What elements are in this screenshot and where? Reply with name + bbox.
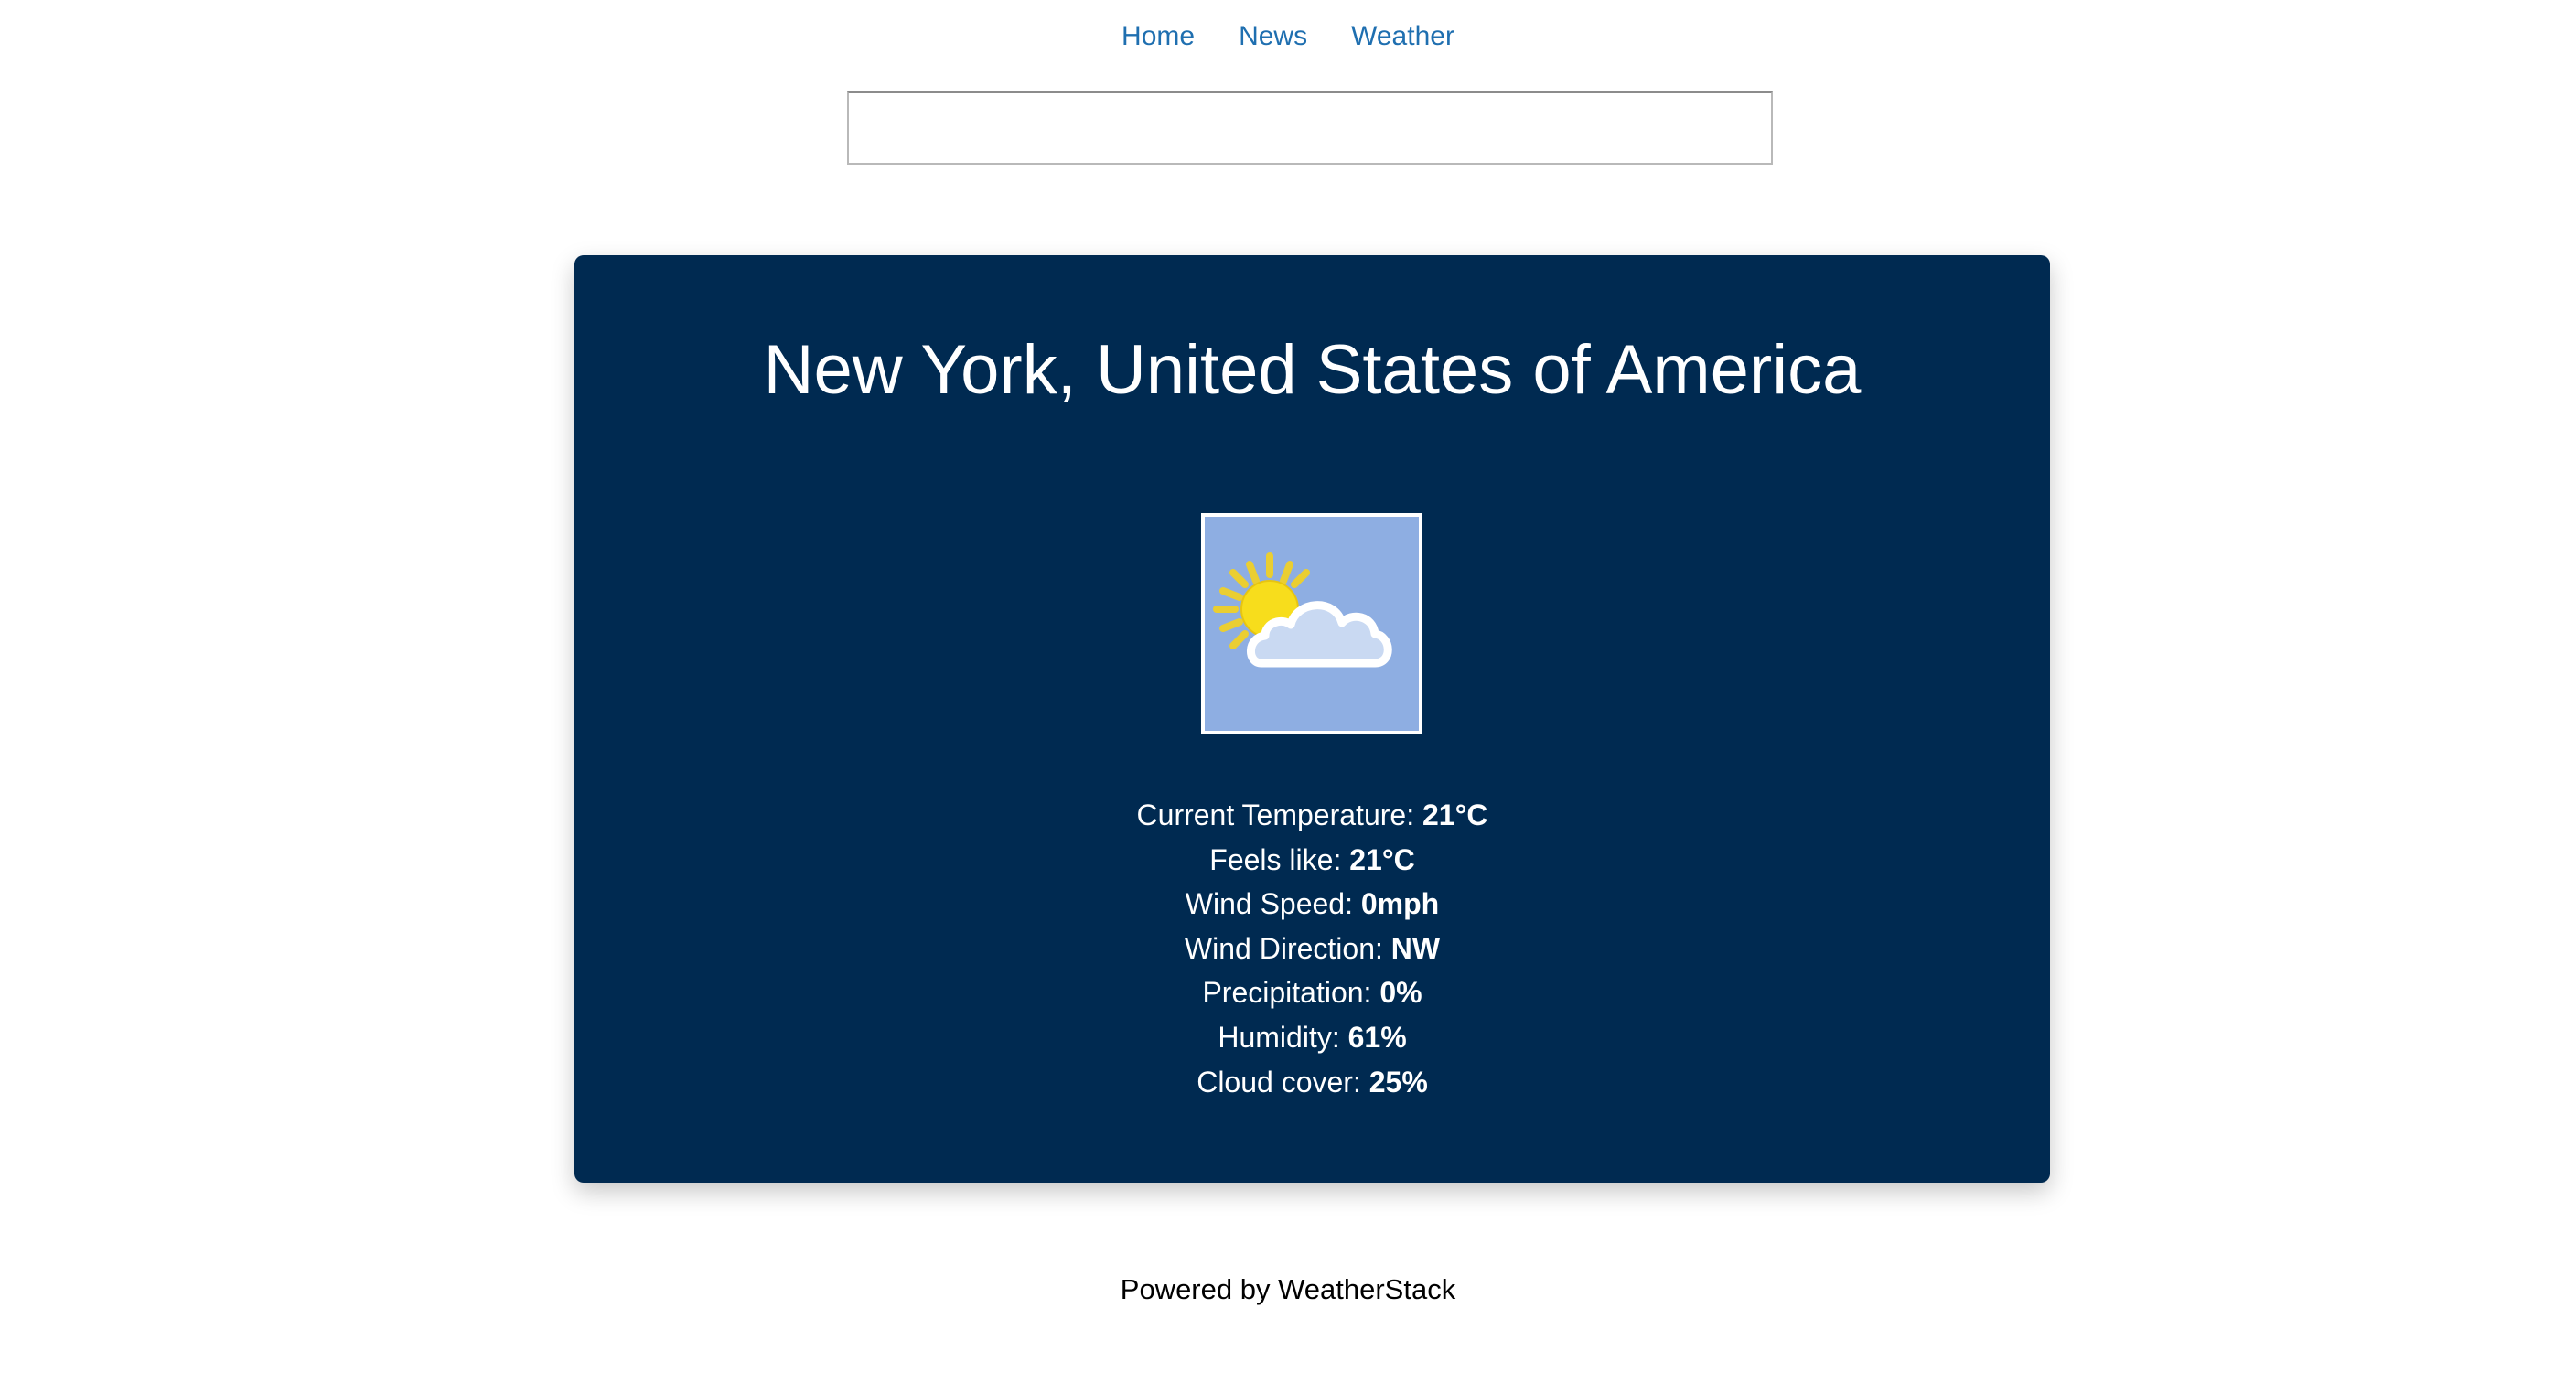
detail-row-precipitation: Precipitation: 0%: [574, 970, 2050, 1015]
detail-label: Feels like:: [1209, 842, 1342, 876]
detail-value: 0%: [1379, 976, 1422, 1010]
nav-link-home[interactable]: Home: [1122, 21, 1195, 52]
detail-row-current-temperature: Current Temperature: 21°C: [574, 793, 2050, 838]
detail-label: Cloud cover:: [1197, 1065, 1361, 1099]
detail-value: 25%: [1368, 1065, 1428, 1099]
detail-row-cloud-cover: Cloud cover: 25%: [574, 1060, 2050, 1105]
weather-card: New York, United States of America Curre…: [574, 255, 2050, 1183]
detail-row-wind-direction: Wind Direction: NW: [574, 927, 2050, 971]
detail-value: 21°C: [1422, 799, 1488, 831]
detail-value: 21°C: [1349, 842, 1415, 876]
detail-label: Wind Speed:: [1185, 887, 1353, 921]
detail-row-feels-like: Feels like: 21°C: [574, 838, 2050, 883]
location-search-input[interactable]: [847, 91, 1773, 165]
detail-value: 61%: [1347, 1020, 1407, 1054]
detail-label: Humidity:: [1218, 1020, 1340, 1054]
detail-row-humidity: Humidity: 61%: [574, 1015, 2050, 1060]
detail-value: 0mph: [1360, 887, 1440, 921]
nav-link-weather[interactable]: Weather: [1351, 21, 1454, 52]
detail-label: Precipitation:: [1202, 976, 1372, 1010]
nav-link-news[interactable]: News: [1239, 21, 1307, 52]
partly-cloudy-icon: [1201, 513, 1422, 734]
location-title: New York, United States of America: [763, 331, 1862, 409]
attribution-footer: Powered by WeatherStack: [1120, 1273, 1456, 1305]
partly-cloudy-icon-graphic: [1213, 552, 1392, 668]
detail-row-wind-speed: Wind Speed: 0mph: [574, 882, 2050, 927]
detail-label: Wind Direction:: [1184, 931, 1383, 965]
detail-label: Current Temperature:: [1136, 799, 1415, 831]
detail-value: NW: [1390, 931, 1441, 965]
weather-details: Current Temperature: 21°C Feels like: 21…: [574, 793, 2050, 1104]
top-nav: Home News Weather: [0, 13, 2576, 60]
